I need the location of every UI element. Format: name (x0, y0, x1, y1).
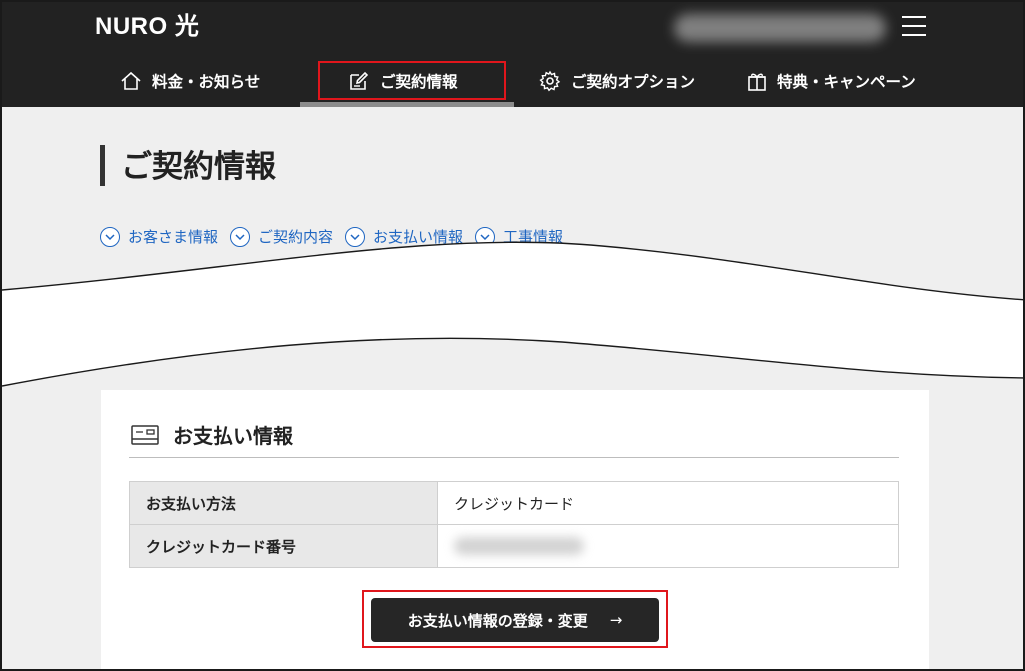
gift-icon (748, 73, 766, 91)
nav-label: 特典・キャンペーン (777, 73, 916, 91)
hamburger-menu-icon[interactable] (902, 13, 926, 39)
site-header: NURO 光 料金・お知らせ ご契約情報 ご契約オプション 特典・キャンペーン (2, 2, 1023, 107)
nav-label: ご契約オプション (571, 73, 696, 91)
card-number-redacted (454, 537, 584, 556)
omitted-content-wave (2, 241, 1023, 387)
row-value: クレジットカード (437, 481, 899, 525)
title-accent-bar (100, 145, 105, 186)
app-window: NURO 光 料金・お知らせ ご契約情報 ご契約オプション 特典・キャンペーン … (0, 0, 1025, 671)
payment-info-card: お支払い情報 お支払い方法 クレジットカード クレジットカード番号 お支払い情報… (101, 390, 929, 669)
active-tab-indicator (300, 102, 514, 107)
arrow-right-icon: → (609, 611, 623, 629)
page-title: ご契約情報 (121, 149, 276, 185)
payment-table: お支払い方法 クレジットカード クレジットカード番号 (129, 481, 899, 568)
table-row: クレジットカード番号 (129, 524, 899, 568)
divider (129, 457, 899, 458)
nav-item-contract-options[interactable]: ご契約オプション (539, 58, 695, 104)
gear-icon (539, 70, 561, 92)
nav-item-contract-info[interactable]: ご契約情報 (348, 58, 458, 104)
card-payment-icon (131, 424, 159, 445)
card-number-value (437, 524, 899, 568)
account-name-redacted (674, 14, 886, 42)
nav-item-fees-news[interactable]: 料金・お知らせ (120, 58, 260, 104)
nuro-logo[interactable]: NURO 光 (95, 12, 199, 42)
row-label: お支払い方法 (129, 481, 438, 525)
row-label: クレジットカード番号 (129, 524, 438, 568)
update-payment-button[interactable]: お支払い情報の登録・変更 → (371, 598, 659, 642)
table-row: お支払い方法 クレジットカード (129, 481, 899, 525)
main-nav: 料金・お知らせ ご契約情報 ご契約オプション 特典・キャンペーン (2, 58, 1023, 107)
home-icon (121, 71, 141, 90)
edit-document-icon (350, 71, 369, 90)
nav-label: 料金・お知らせ (152, 73, 261, 91)
button-label: お支払い情報の登録・変更 (407, 611, 588, 630)
card-title: お支払い情報 (173, 424, 293, 448)
nav-item-benefits-campaigns[interactable]: 特典・キャンペーン (747, 58, 916, 104)
card-heading: お支払い情報 (131, 420, 293, 449)
nav-label: ご契約情報 (380, 73, 458, 91)
